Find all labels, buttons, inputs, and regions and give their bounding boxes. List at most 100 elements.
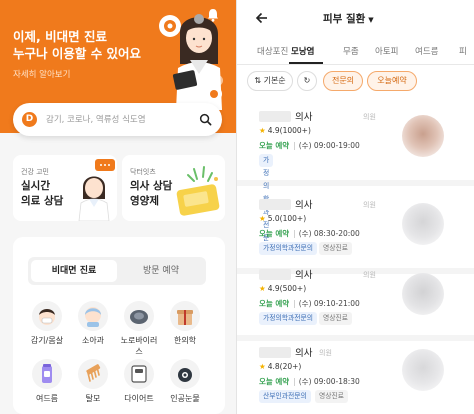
rating-value: 5.0 bbox=[267, 214, 280, 223]
opening-hours: (수) 09:10-21:00 bbox=[298, 299, 360, 308]
tab-folliculitis[interactable]: 모낭염 bbox=[291, 45, 314, 57]
doctor-title: 의사 bbox=[295, 270, 313, 281]
specialty-chip: 가정의학과전문의 bbox=[259, 154, 274, 255]
category-hair-loss[interactable]: 탈모 bbox=[71, 359, 115, 404]
card-title-line2: 의료 상담 bbox=[21, 195, 64, 207]
hours: 오늘 예약 | (수) 09:10-21:00 bbox=[259, 298, 360, 309]
specialty-chip: 가정의학과전문의 bbox=[259, 312, 318, 325]
separator: | bbox=[293, 141, 296, 150]
today-reservation-filter[interactable]: 오늘예약 bbox=[367, 71, 417, 91]
tab-acne[interactable]: 여드름 bbox=[415, 45, 438, 57]
tab-more[interactable]: 피 bbox=[459, 45, 467, 57]
review-count: (100+) bbox=[279, 214, 307, 223]
virus-icon bbox=[124, 301, 154, 331]
doctor-avatar bbox=[402, 203, 444, 245]
category-label: 소아과 bbox=[81, 336, 105, 345]
search-placeholder: 감기, 코로나, 역류성 식도염 bbox=[46, 115, 146, 125]
supplement-box-illustration bbox=[176, 166, 220, 216]
video-consult-chip: 영상진료 bbox=[315, 390, 349, 403]
category-artificial-tears[interactable]: 인공눈물 bbox=[163, 359, 207, 404]
separator: | bbox=[293, 229, 296, 238]
tabs-divider bbox=[237, 64, 474, 65]
supplement-consult-card[interactable]: 닥터잇츠 의사 상담 영양제 bbox=[122, 155, 225, 221]
tab-atopy[interactable]: 아토피 bbox=[375, 45, 398, 57]
tab-visit-reservation[interactable]: 방문 예약 bbox=[118, 260, 204, 282]
doctor-listing[interactable]: 의사 의원 ★ 4.9(1000+) 오늘 예약 | (수) 09:00-19:00 … bbox=[237, 104, 474, 255]
bell-icon[interactable] bbox=[205, 7, 221, 23]
herbal-gift-icon bbox=[170, 301, 200, 331]
category-label: 다이어트 bbox=[124, 394, 154, 403]
rating-value: 4.8 bbox=[267, 362, 280, 371]
star-icon: ★ bbox=[259, 126, 266, 135]
reservation-status: 오늘 예약 bbox=[259, 377, 290, 386]
opening-hours: (수) 08:30-20:00 bbox=[298, 229, 360, 238]
opening-hours: (수) 09:00-18:30 bbox=[298, 377, 360, 386]
doctor-title: 의사 bbox=[295, 200, 313, 211]
specialty-chip: 가정의학과전문의 bbox=[259, 242, 318, 255]
category-label: 탈모 bbox=[85, 394, 101, 403]
tab-remote-consult[interactable]: 비대면 진료 bbox=[31, 260, 117, 282]
sort-button[interactable]: ⇅ 기본순 bbox=[247, 71, 293, 91]
category-label: 여드름 bbox=[35, 394, 59, 403]
rating: ★ 5.0(100+) bbox=[259, 214, 306, 223]
category-label: 노로바이러스 bbox=[120, 336, 158, 356]
hero-detail-link[interactable]: 자세히 알아보기 bbox=[13, 68, 70, 80]
opening-hours: (수) 09:00-19:00 bbox=[298, 141, 360, 150]
category-pediatrics[interactable]: 소아과 bbox=[71, 301, 115, 346]
doctor-listing[interactable]: 의사 의원 ★ 4.9(500+) 오늘 예약 | (수) 09:10-21:00 가… bbox=[237, 259, 474, 341]
reservation-status: 오늘 예약 bbox=[259, 229, 290, 238]
eye-drop-icon bbox=[170, 359, 200, 389]
search-bar[interactable]: D 감기, 코로나, 역류성 식도염 bbox=[13, 103, 222, 136]
hero-title-line1: 이제, 비대면 진료 bbox=[13, 29, 107, 44]
banner-page-indicator: 1/5 bbox=[199, 75, 224, 86]
rating: ★ 4.9(1000+) bbox=[259, 126, 311, 135]
star-icon: ★ bbox=[259, 362, 266, 371]
page-title[interactable]: 피부 질환 ▼ bbox=[323, 11, 374, 26]
consult-panel: 비대면 진료 방문 예약 감기/몸살 소아과 노로바이러스 한의학 여드름 탈모… bbox=[13, 237, 225, 414]
baby-icon bbox=[78, 301, 108, 331]
card-title: 실시간 의료 상담 bbox=[21, 179, 81, 209]
back-arrow-icon[interactable] bbox=[255, 11, 269, 25]
category-label: 감기/몸살 bbox=[30, 336, 64, 345]
card-title-line1: 실시간 bbox=[21, 180, 50, 192]
consult-type-toggle: 비대면 진료 방문 예약 bbox=[28, 257, 206, 285]
category-cold[interactable]: 감기/몸살 bbox=[25, 301, 69, 346]
category-diet[interactable]: 다이어트 bbox=[117, 359, 161, 404]
video-consult-chip: 영상진료 bbox=[319, 312, 353, 325]
star-icon: ★ bbox=[259, 214, 266, 223]
rating: ★ 4.9(500+) bbox=[259, 284, 306, 293]
page-title-text: 피부 질환 bbox=[323, 13, 366, 25]
hero-title: 이제, 비대면 진료 누구나 이용할 수 있어요 bbox=[13, 28, 153, 62]
refresh-button[interactable]: ↻ bbox=[297, 71, 317, 91]
review-count: (500+) bbox=[279, 284, 307, 293]
specialist-filter[interactable]: 전문의 bbox=[323, 71, 363, 91]
blurred-doctor-name bbox=[259, 111, 291, 122]
search-icon[interactable] bbox=[199, 113, 212, 126]
category-acne[interactable]: 여드름 bbox=[25, 359, 69, 404]
tab-athletes-foot[interactable]: 무좀 bbox=[343, 45, 359, 57]
sort-label: 기본순 bbox=[263, 76, 286, 85]
blurred-doctor-name bbox=[259, 347, 291, 358]
clinic-type: 의원 bbox=[363, 201, 376, 209]
skincare-tube-icon bbox=[32, 359, 62, 389]
rating: ★ 4.8(20+) bbox=[259, 362, 301, 371]
disease-tabs: 대상포진 모낭염 무좀 아토피 여드름 피 bbox=[237, 43, 474, 61]
doctor-avatar bbox=[402, 273, 444, 315]
category-norovirus[interactable]: 노로바이러스 bbox=[117, 301, 161, 357]
realtime-consult-card[interactable]: 건강 고민 실시간 의료 상담 bbox=[13, 155, 117, 221]
category-oriental-medicine[interactable]: 한의학 bbox=[163, 301, 207, 346]
hours: 오늘 예약 | (수) 08:30-20:00 bbox=[259, 228, 360, 239]
review-count: (1000+) bbox=[279, 126, 311, 135]
category-label: 인공눈물 bbox=[170, 394, 200, 403]
doctor-listing[interactable]: 의사 의원 ★ 4.8(20+) 오늘 예약 | (수) 09:00-18:30 산부… bbox=[237, 339, 474, 414]
specialty-chip: 산부인과전문의 bbox=[259, 390, 311, 403]
rating-value: 4.9 bbox=[267, 284, 280, 293]
card-caption: 닥터잇츠 bbox=[130, 168, 156, 176]
skin-disease-screen: 피부 질환 ▼ 대상포진 모낭염 무좀 아토피 여드름 피 ⇅ 기본순 ↻ 전문의… bbox=[237, 0, 474, 414]
doctor-chat-illustration bbox=[78, 159, 115, 221]
refresh-icon: ↻ bbox=[303, 76, 311, 85]
tab-shingles[interactable]: 대상포진 bbox=[257, 45, 288, 57]
doctor-avatar bbox=[402, 115, 444, 157]
category-label: 한의학 bbox=[173, 336, 197, 345]
card-caption: 건강 고민 bbox=[21, 168, 49, 176]
